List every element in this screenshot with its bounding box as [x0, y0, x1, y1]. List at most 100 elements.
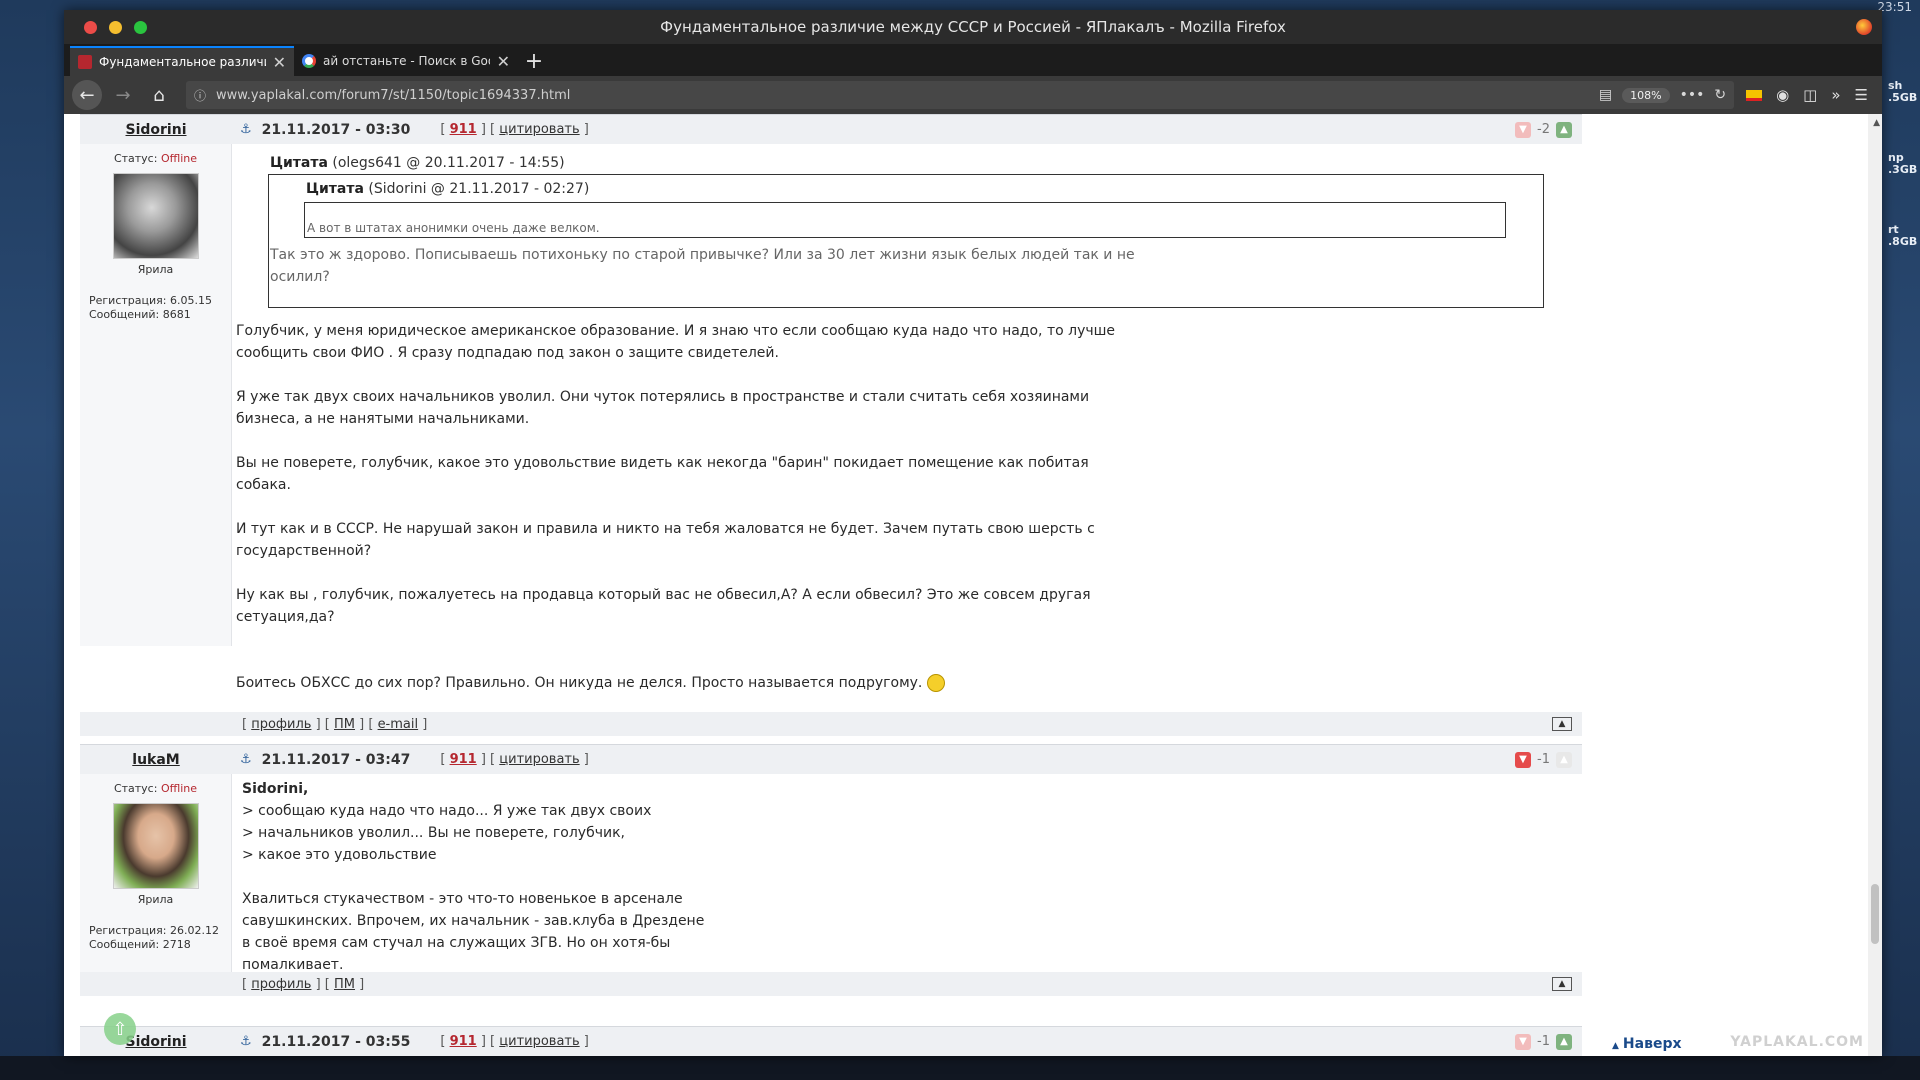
- desktop-label[interactable]: rt .8GB: [1888, 224, 1920, 248]
- quote-link[interactable]: цитировать: [499, 122, 579, 137]
- menu-icon[interactable]: ☰: [1855, 86, 1868, 104]
- pm-link[interactable]: ПМ: [334, 977, 355, 992]
- post-text: Цитата (olegs641 @ 20.11.2017 - 14:55) Ц…: [232, 144, 1582, 692]
- post-paragraph-last: Боитесь ОБХСС до сих пор? Правильно. Он …: [236, 672, 1236, 694]
- forum-post: lukaM ⚓ 21.11.2017 - 03:47 [ 911 ] [ цит…: [80, 744, 1582, 996]
- nested-quote-block: А вот в штатах анонимки очень даже велко…: [304, 202, 1506, 238]
- url-bar[interactable]: ⓘ www.yaplakal.com/forum7/st/1150/topic1…: [186, 81, 1735, 109]
- to-top-button[interactable]: ▲: [1552, 977, 1572, 991]
- back-button[interactable]: ←: [72, 80, 102, 110]
- new-tab-button[interactable]: +: [518, 46, 550, 76]
- post-header: Sidorini ⚓ 21.11.2017 - 03:55 [ 911 ] [ …: [80, 1026, 1582, 1056]
- scroll-up-arrow-icon[interactable]: ▲: [1873, 118, 1880, 128]
- pm-link[interactable]: ПМ: [334, 717, 355, 732]
- post-date: 21.11.2017 - 03:47: [261, 751, 411, 768]
- user-status: Статус: Offline: [113, 782, 198, 795]
- post-rating: ▼ -2 ▲: [1515, 121, 1582, 138]
- anchor-icon[interactable]: ⚓: [240, 122, 252, 137]
- title-bar: Фундаментальное различие между СССР и Ро…: [64, 10, 1882, 44]
- quoted-line: > сообщаю куда надо что надо... Я уже та…: [242, 803, 652, 819]
- post-author[interactable]: lukaM: [80, 752, 232, 768]
- post-paragraph: Голубчик, у меня юридическое американско…: [236, 323, 1116, 361]
- forward-button[interactable]: →: [108, 80, 138, 110]
- tab-google[interactable]: ай отстаньте - Поиск в Google ✕: [294, 46, 518, 76]
- post-line: помалкивает.: [242, 957, 344, 973]
- extension-icon[interactable]: ◉: [1776, 86, 1789, 104]
- forum-post: Sidorini ⚓ 21.11.2017 - 03:55 [ 911 ] [ …: [80, 1026, 1582, 1056]
- user-registration: Регистрация: 26.02.12 Сообщений: 2718: [89, 924, 219, 951]
- desktop-side-labels: sh .5GB np .3GB rt .8GB: [1888, 80, 1920, 296]
- desktop-label[interactable]: np .3GB: [1888, 152, 1920, 176]
- scrollbar-thumb[interactable]: [1871, 884, 1879, 944]
- post-number-link[interactable]: 911: [450, 122, 477, 137]
- back-to-top-link[interactable]: ▲ Наверх: [1612, 1036, 1682, 1052]
- smiley-icon: [926, 674, 945, 692]
- scroll-up-button[interactable]: ⇧: [104, 1013, 136, 1045]
- post-author[interactable]: Sidorini: [80, 122, 232, 138]
- post-number-link[interactable]: 911: [450, 1034, 477, 1049]
- info-icon[interactable]: ⓘ: [194, 87, 206, 104]
- post-body: Статус: Offline Ярила Регистрация: 26.02…: [80, 774, 1582, 973]
- close-tab-icon[interactable]: ✕: [497, 52, 510, 71]
- taskbar: [0, 1056, 1920, 1080]
- close-tab-icon[interactable]: ✕: [273, 53, 286, 72]
- profile-link[interactable]: профиль: [251, 717, 311, 732]
- avatar[interactable]: [112, 803, 199, 889]
- navigation-toolbar: ← → ⌂ ⓘ www.yaplakal.com/forum7/st/1150/…: [64, 76, 1882, 114]
- quote-link[interactable]: цитировать: [499, 752, 579, 767]
- post-footer: [ профиль ] [ ПМ ] [ e-mail ] ▲: [80, 712, 1582, 736]
- post-text: Sidorini, > сообщаю куда надо что надо..…: [232, 774, 1582, 973]
- post-line: в своё время сам стучал на служащих ЗГВ.…: [242, 935, 671, 951]
- post-body: Статус: Offline Ярила Регистрация: 6.05.…: [80, 144, 1582, 692]
- google-favicon-icon: [302, 54, 316, 68]
- quote-link[interactable]: цитировать: [499, 1034, 579, 1049]
- home-button[interactable]: ⌂: [144, 80, 174, 110]
- yaplakal-favicon-icon: [78, 55, 92, 69]
- overflow-chevron-icon[interactable]: »: [1831, 86, 1840, 104]
- url-text[interactable]: www.yaplakal.com/forum7/st/1150/topic169…: [216, 88, 1589, 103]
- browser-window: Фундаментальное различие между СССР и Ро…: [64, 10, 1882, 1056]
- post-date: 21.11.2017 - 03:55: [261, 1033, 411, 1050]
- email-link[interactable]: e-mail: [378, 717, 419, 732]
- thumb-up-icon[interactable]: ▲: [1556, 121, 1572, 138]
- rating-value: -2: [1537, 122, 1550, 137]
- post-footer-links: [ профиль ] [ ПМ ] [ e-mail ]: [242, 716, 428, 732]
- sidebar-icon[interactable]: ◫: [1803, 86, 1817, 104]
- tab-yaplakal[interactable]: Фундаментальное различие м ✕: [70, 46, 294, 76]
- reload-icon[interactable]: ↻: [1714, 87, 1726, 103]
- user-info: Статус: Offline Ярила Регистрация: 6.05.…: [80, 144, 232, 646]
- user-rank: Ярила: [137, 893, 174, 906]
- rating-value: -1: [1537, 1034, 1550, 1049]
- post-rating: ▼ -1 ▲: [1515, 751, 1582, 768]
- desktop-clock: 23:51: [1877, 0, 1912, 14]
- anchor-icon[interactable]: ⚓: [240, 1034, 252, 1049]
- thumb-down-icon[interactable]: ▼: [1515, 751, 1532, 768]
- mail-extension-icon[interactable]: [1746, 89, 1763, 101]
- to-top-button[interactable]: ▲: [1552, 717, 1572, 731]
- tab-title: Фундаментальное различие м: [99, 55, 266, 69]
- window-title: Фундаментальное различие между СССР и Ро…: [660, 18, 1286, 36]
- post-date: 21.11.2017 - 03:30: [261, 121, 411, 138]
- thumb-down-icon[interactable]: ▼: [1515, 121, 1532, 138]
- avatar[interactable]: [112, 173, 199, 259]
- thumb-up-icon[interactable]: ▲: [1556, 751, 1572, 768]
- up-arrow-icon: ▲: [1612, 1041, 1619, 1051]
- close-window-button[interactable]: [84, 21, 97, 34]
- desktop-label[interactable]: sh .5GB: [1888, 80, 1920, 104]
- post-line: Хвалиться стукачеством - это что-то нове…: [242, 891, 683, 907]
- thumb-up-icon[interactable]: ▲: [1556, 1033, 1572, 1050]
- thumb-down-icon[interactable]: ▼: [1515, 1033, 1532, 1050]
- post-number-link[interactable]: 911: [450, 752, 477, 767]
- page-actions-icon[interactable]: •••: [1680, 87, 1705, 103]
- minimize-window-button[interactable]: [109, 21, 122, 34]
- post-author[interactable]: Sidorini: [80, 1034, 232, 1050]
- vertical-scrollbar[interactable]: ▲: [1868, 114, 1882, 1056]
- anchor-icon[interactable]: ⚓: [240, 752, 252, 767]
- quoted-line: > начальников уволил... Вы не поверете, …: [242, 825, 625, 841]
- forum-thread: Sidorini ⚓ 21.11.2017 - 03:30 [ 911 ] [ …: [80, 114, 1582, 1056]
- zoom-indicator[interactable]: 108%: [1622, 87, 1670, 103]
- post-rating: ▼ -1 ▲: [1515, 1033, 1582, 1050]
- reader-view-icon[interactable]: ▤: [1599, 87, 1612, 103]
- profile-link[interactable]: профиль: [251, 977, 311, 992]
- maximize-window-button[interactable]: [134, 21, 147, 34]
